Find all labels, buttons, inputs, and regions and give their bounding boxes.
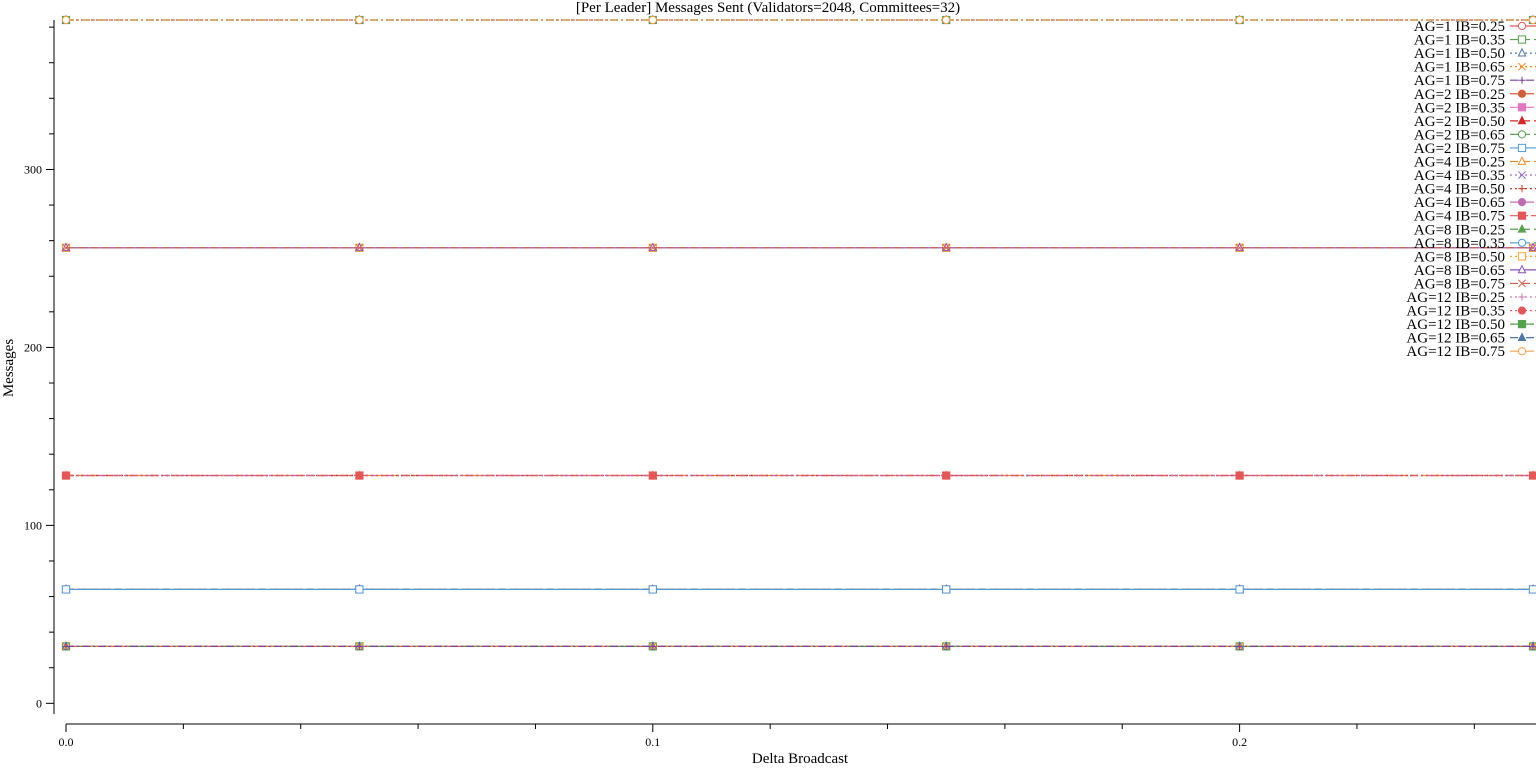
data-point	[1528, 585, 1536, 594]
legend-swatch-marker	[1518, 171, 1526, 180]
legend-swatch-marker	[1518, 293, 1526, 301]
legend-swatch-marker	[1517, 347, 1527, 356]
series-ag-8-ib-0-75	[62, 243, 1536, 252]
y-axis-label: Messages	[1, 339, 17, 397]
data-point	[648, 471, 657, 480]
series-layer	[61, 14, 1536, 651]
legend-swatch-marker	[1517, 223, 1527, 233]
data-point	[942, 585, 951, 594]
legend-swatch-marker	[1517, 320, 1527, 329]
data-point	[1528, 471, 1536, 480]
legend-swatch-marker	[1517, 103, 1527, 112]
data-point	[1528, 15, 1536, 25]
legend-swatch-marker	[1517, 332, 1527, 342]
data-point	[1235, 471, 1244, 480]
axes: 0 100 200 300 0.0 0.1 0.2	[24, 20, 1536, 749]
y-tick-label: 200	[24, 340, 42, 354]
legend-swatch-marker	[1517, 89, 1527, 98]
legend-swatch-marker	[1518, 76, 1526, 84]
legend-swatch-marker	[1517, 238, 1527, 247]
data-point	[648, 585, 657, 594]
data-point	[61, 471, 71, 480]
legend: AG=1 IB=0.25AG=1 IB=0.35AG=1 IB=0.50AG=1…	[1406, 19, 1536, 360]
legend-entry: AG=12 IB=0.75	[1406, 344, 1536, 360]
legend-swatch-marker	[1517, 211, 1527, 220]
series-ag-4-ib-0-25	[61, 470, 1536, 479]
data-point	[1235, 585, 1244, 594]
legend-swatch-marker	[1518, 62, 1526, 71]
legend-swatch-marker	[1517, 156, 1527, 165]
data-point	[1235, 15, 1244, 25]
legend-swatch-marker	[1517, 21, 1527, 31]
legend-swatch-marker	[1517, 143, 1527, 153]
data-point	[942, 471, 951, 480]
series-ag-8-ib-0-25	[61, 242, 1536, 252]
legend-swatch-marker	[1517, 252, 1527, 261]
y-tick-label: 300	[24, 162, 42, 176]
data-point	[61, 585, 71, 594]
data-point	[648, 15, 657, 25]
x-tick-label: 0.1	[645, 735, 660, 749]
legend-swatch-marker	[1517, 198, 1527, 207]
legend-swatch-marker	[1517, 35, 1527, 44]
chart-title: [Per Leader] Messages Sent (Validators=2…	[576, 0, 960, 16]
x-tick-label: 0.0	[59, 735, 74, 749]
data-point	[355, 585, 364, 594]
data-point	[942, 15, 951, 25]
series-ag-8-ib-0-65	[61, 242, 1536, 252]
legend-swatch-marker	[1518, 185, 1526, 193]
series-ag-12-ib-0-75	[61, 15, 1536, 25]
line-chart: [Per Leader] Messages Sent (Validators=2…	[1, 0, 1536, 767]
legend-swatch-marker	[1517, 264, 1527, 274]
series-ag-2-ib-0-75	[61, 585, 1536, 594]
legend-label: AG=12 IB=0.75	[1406, 344, 1505, 360]
series-ag-2-ib-0-50	[61, 584, 1536, 593]
legend-swatch-marker	[1517, 306, 1527, 315]
data-point	[355, 15, 364, 25]
series-ag-1-ib-0-50	[61, 641, 1536, 650]
x-tick-label: 0.2	[1232, 735, 1247, 749]
y-tick-label: 100	[24, 518, 42, 532]
legend-swatch-marker	[1517, 115, 1527, 125]
x-axis-label: Delta Broadcast	[752, 751, 849, 767]
legend-swatch-marker	[1517, 130, 1527, 139]
legend-swatch-marker	[1517, 47, 1527, 57]
data-point	[355, 471, 364, 480]
data-point	[61, 15, 71, 25]
series-ag-12-ib-0-65	[61, 14, 1536, 24]
y-tick-label: 0	[36, 696, 42, 710]
